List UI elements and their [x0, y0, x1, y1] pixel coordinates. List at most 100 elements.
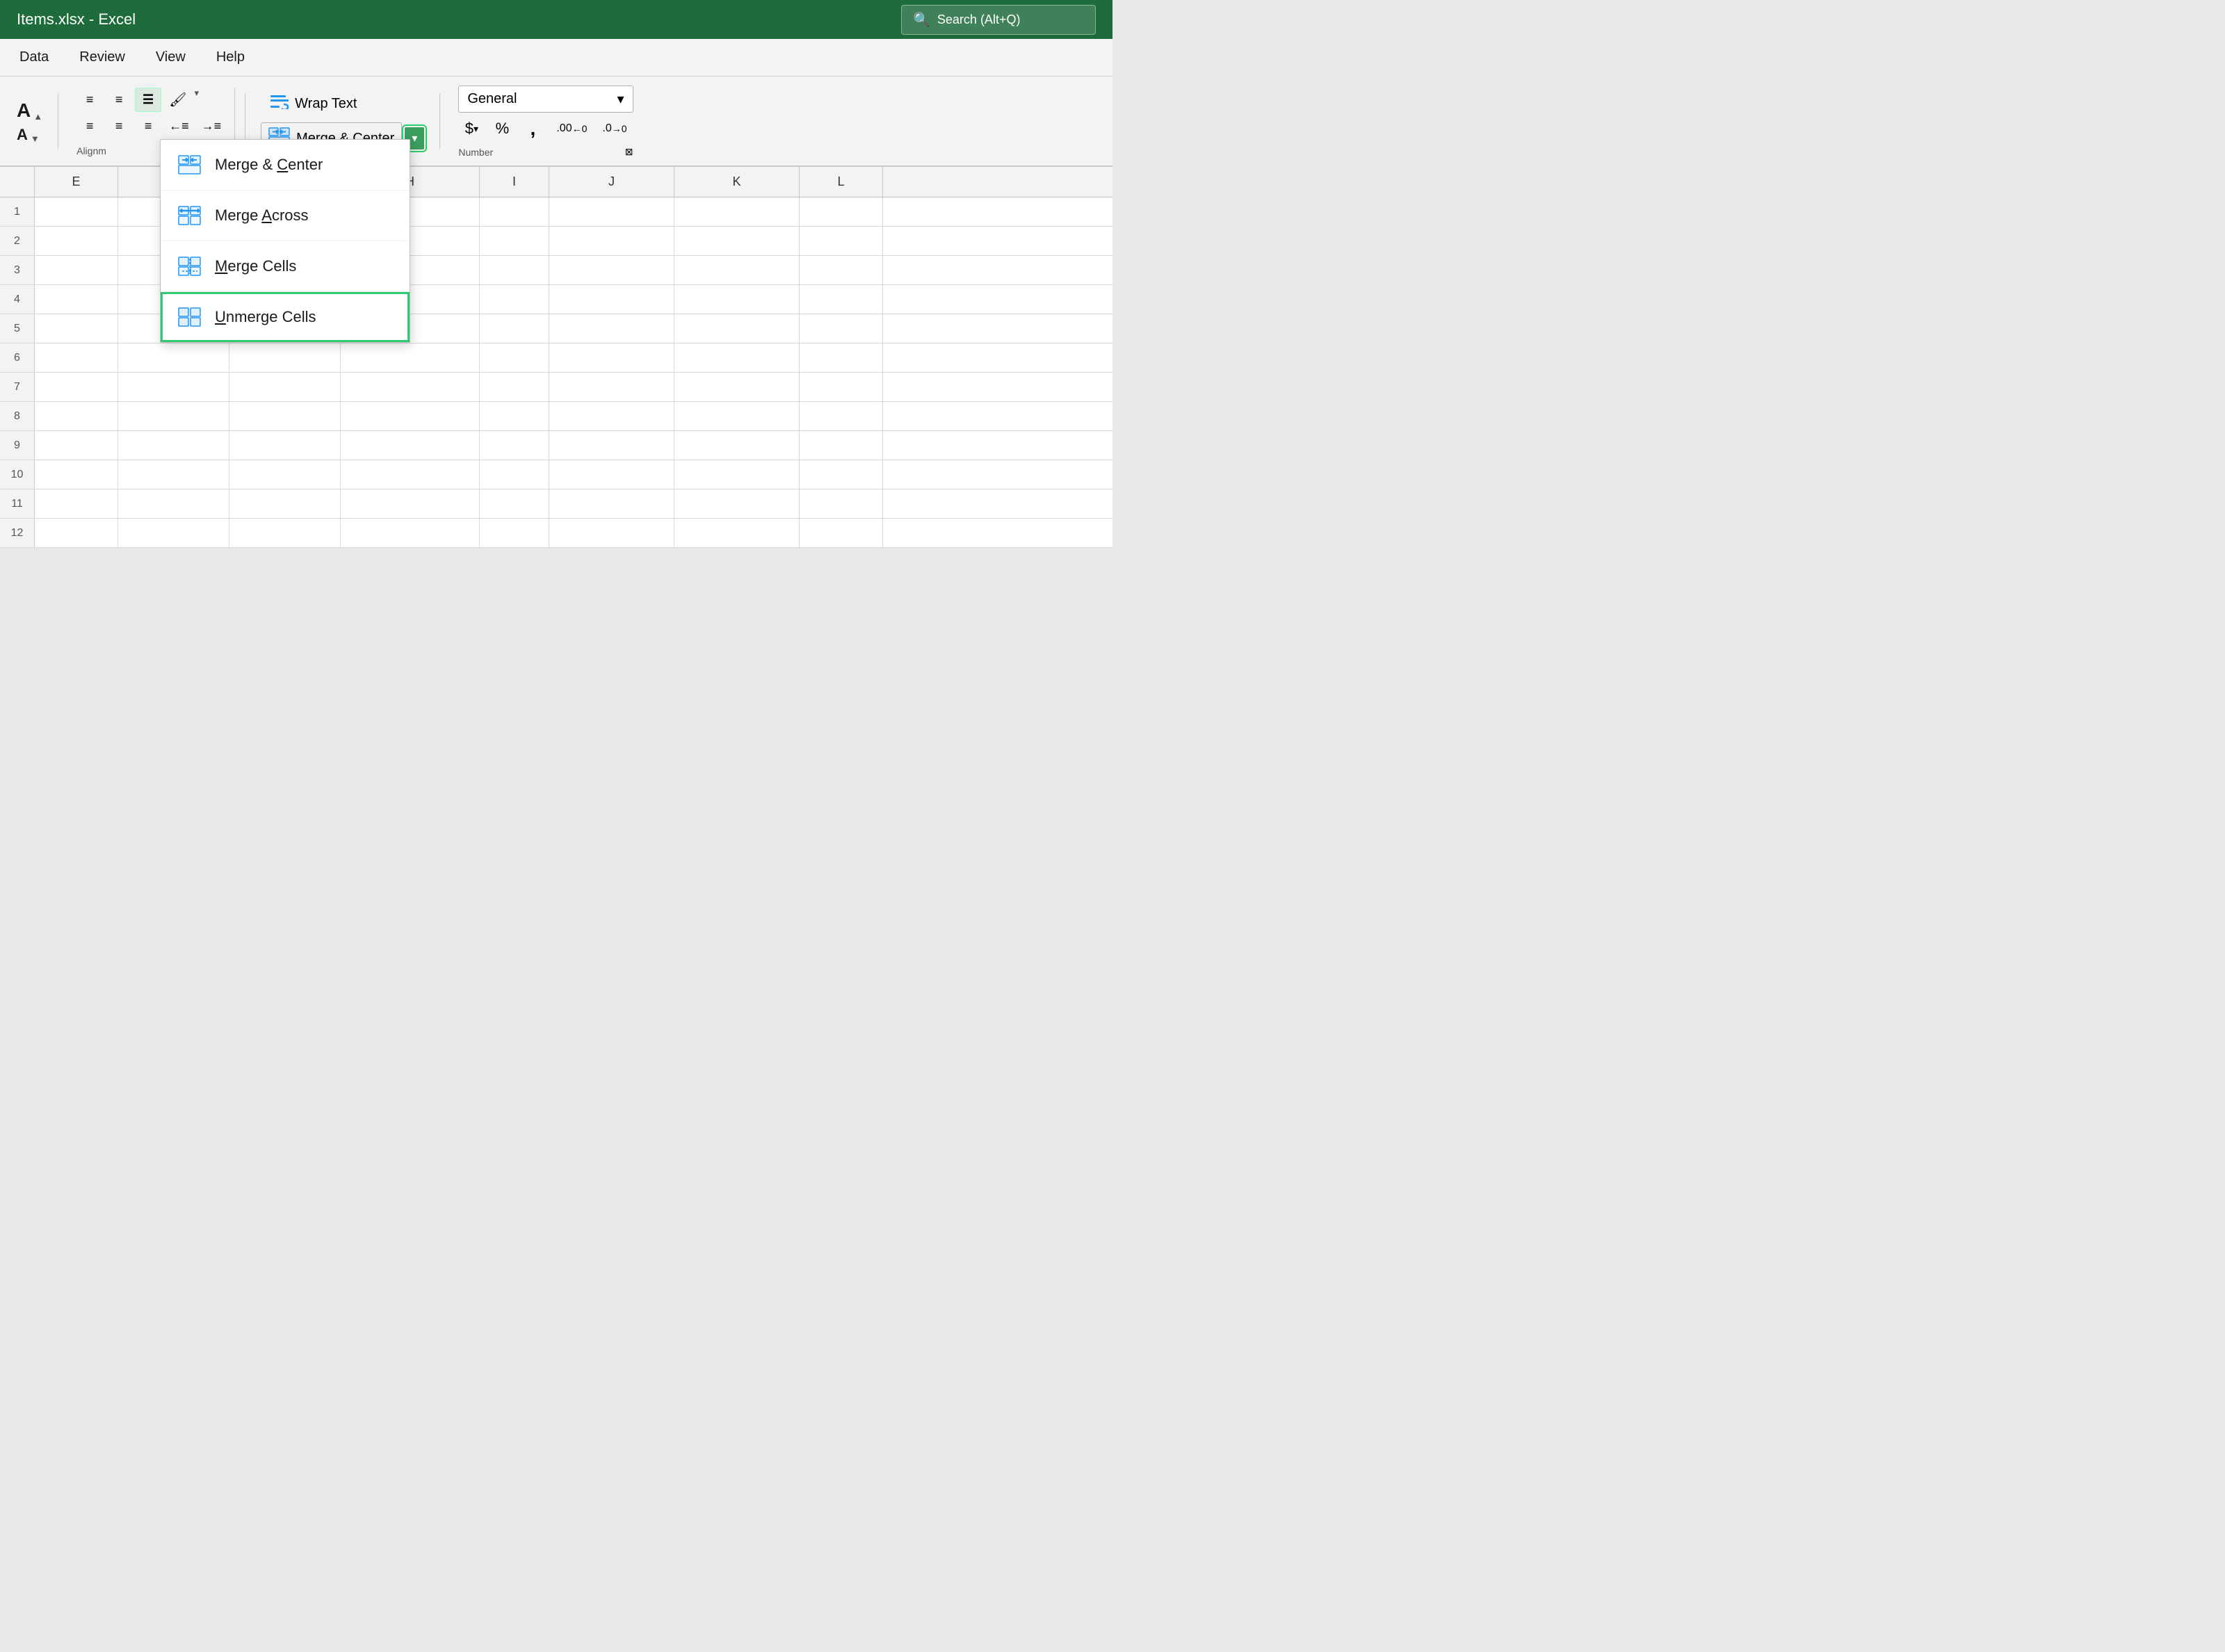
cell-j6[interactable]: [549, 343, 674, 373]
align-bottom-button[interactable]: ≡: [135, 115, 161, 138]
cell-f7[interactable]: [118, 373, 229, 402]
cell-f10[interactable]: [118, 460, 229, 489]
cell-e2[interactable]: [35, 227, 118, 256]
cell-f11[interactable]: [118, 489, 229, 519]
cell-g9[interactable]: [229, 431, 341, 460]
cell-k10[interactable]: [674, 460, 800, 489]
cell-f8[interactable]: [118, 402, 229, 431]
indent-increase-button[interactable]: →≡: [197, 115, 227, 138]
cell-j1[interactable]: [549, 197, 674, 227]
cell-e1[interactable]: [35, 197, 118, 227]
cell-l8[interactable]: [800, 402, 883, 431]
cell-j11[interactable]: [549, 489, 674, 519]
search-box[interactable]: 🔍 Search (Alt+Q): [901, 5, 1096, 35]
col-header-j[interactable]: J: [549, 167, 674, 197]
cell-f12[interactable]: [118, 519, 229, 548]
number-format-dropdown[interactable]: General ▾: [458, 86, 633, 113]
col-header-l[interactable]: L: [800, 167, 883, 197]
cell-j3[interactable]: [549, 256, 674, 285]
increase-decimal-button[interactable]: .00←0: [550, 117, 593, 140]
cell-e3[interactable]: [35, 256, 118, 285]
cell-l12[interactable]: [800, 519, 883, 548]
cell-j12[interactable]: [549, 519, 674, 548]
cell-l6[interactable]: [800, 343, 883, 373]
cell-j9[interactable]: [549, 431, 674, 460]
cell-e9[interactable]: [35, 431, 118, 460]
format-painter-dropdown[interactable]: ▾: [195, 88, 200, 112]
cell-k1[interactable]: [674, 197, 800, 227]
cell-g6[interactable]: [229, 343, 341, 373]
cell-j7[interactable]: [549, 373, 674, 402]
cell-l9[interactable]: [800, 431, 883, 460]
cell-i10[interactable]: [480, 460, 549, 489]
align-middle-button[interactable]: ≡: [106, 115, 132, 138]
cell-e5[interactable]: [35, 314, 118, 343]
menu-item-data[interactable]: Data: [14, 45, 54, 70]
cell-h12[interactable]: [341, 519, 480, 548]
cell-k9[interactable]: [674, 431, 800, 460]
cell-k7[interactable]: [674, 373, 800, 402]
cell-i5[interactable]: [480, 314, 549, 343]
col-header-e[interactable]: E: [35, 167, 118, 197]
cell-k4[interactable]: [674, 285, 800, 314]
cell-j5[interactable]: [549, 314, 674, 343]
cell-h8[interactable]: [341, 402, 480, 431]
wrap-text-button[interactable]: Wrap Text: [261, 89, 424, 118]
format-painter-button[interactable]: 🖌: [164, 88, 191, 112]
cell-j10[interactable]: [549, 460, 674, 489]
menu-item-review[interactable]: Review: [74, 45, 131, 70]
cell-k11[interactable]: [674, 489, 800, 519]
cell-j8[interactable]: [549, 402, 674, 431]
menu-item-view[interactable]: View: [150, 45, 191, 70]
cell-h7[interactable]: [341, 373, 480, 402]
cell-j2[interactable]: [549, 227, 674, 256]
comma-button[interactable]: ,: [519, 115, 546, 142]
dropdown-item-merge-center[interactable]: Merge & Center: [161, 140, 410, 191]
cell-h9[interactable]: [341, 431, 480, 460]
decrease-font-button[interactable]: A: [17, 126, 28, 144]
cell-e12[interactable]: [35, 519, 118, 548]
dropdown-item-merge-cells[interactable]: Merge Cells: [161, 241, 410, 292]
cell-g8[interactable]: [229, 402, 341, 431]
cell-l3[interactable]: [800, 256, 883, 285]
col-header-i[interactable]: I: [480, 167, 549, 197]
cell-l7[interactable]: [800, 373, 883, 402]
currency-button[interactable]: $ ▾: [458, 116, 485, 141]
col-header-k[interactable]: K: [674, 167, 800, 197]
cell-f9[interactable]: [118, 431, 229, 460]
dropdown-item-unmerge-cells[interactable]: Unmerge Cells: [161, 292, 410, 342]
cell-g11[interactable]: [229, 489, 341, 519]
cell-l10[interactable]: [800, 460, 883, 489]
cell-f6[interactable]: [118, 343, 229, 373]
cell-l2[interactable]: [800, 227, 883, 256]
cell-i6[interactable]: [480, 343, 549, 373]
search-area[interactable]: 🔍 Search (Alt+Q): [901, 5, 1096, 35]
cell-i12[interactable]: [480, 519, 549, 548]
cell-k3[interactable]: [674, 256, 800, 285]
cell-k12[interactable]: [674, 519, 800, 548]
cell-l4[interactable]: [800, 285, 883, 314]
menu-item-help[interactable]: Help: [211, 45, 250, 70]
cell-h11[interactable]: [341, 489, 480, 519]
cell-j4[interactable]: [549, 285, 674, 314]
indent-decrease-button[interactable]: ←≡: [164, 115, 194, 138]
cell-i3[interactable]: [480, 256, 549, 285]
decrease-decimal-button[interactable]: .0→0: [596, 117, 633, 140]
cell-g12[interactable]: [229, 519, 341, 548]
increase-font-button[interactable]: A: [17, 99, 31, 122]
cell-k6[interactable]: [674, 343, 800, 373]
cell-l1[interactable]: [800, 197, 883, 227]
align-center-button[interactable]: ≡: [106, 88, 132, 112]
number-expand-icon[interactable]: ⊠: [625, 146, 633, 158]
cell-g7[interactable]: [229, 373, 341, 402]
cell-e4[interactable]: [35, 285, 118, 314]
cell-l5[interactable]: [800, 314, 883, 343]
cell-i7[interactable]: [480, 373, 549, 402]
cell-k8[interactable]: [674, 402, 800, 431]
cell-g10[interactable]: [229, 460, 341, 489]
cell-e10[interactable]: [35, 460, 118, 489]
cell-e6[interactable]: [35, 343, 118, 373]
percent-button[interactable]: %: [489, 116, 515, 141]
cell-e11[interactable]: [35, 489, 118, 519]
cell-i8[interactable]: [480, 402, 549, 431]
